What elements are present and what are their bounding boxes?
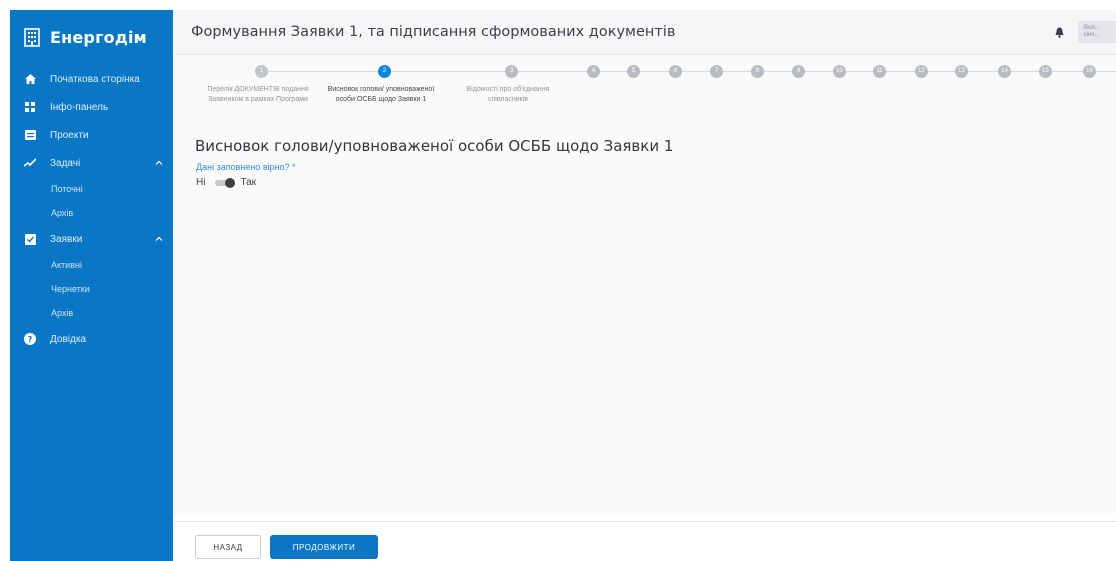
step-dot-4[interactable]: 4 [587, 65, 600, 78]
step-dot-13[interactable]: 13 [955, 65, 968, 78]
sidebar: Енергодім Початкова сторінка Інфо-панель… [10, 10, 173, 561]
sidebar-subitem-applications-archive[interactable]: Архів [10, 301, 173, 325]
sidebar-nav: Початкова сторінка Інфо-панель Проекти З… [10, 65, 173, 353]
building-icon [24, 28, 40, 47]
step-dot-9[interactable]: 9 [792, 65, 805, 78]
sidebar-item-dashboard[interactable]: Інфо-панель [10, 93, 173, 121]
toggle-off-label: Ні [196, 177, 206, 188]
toggle-row: Ні Так [196, 177, 256, 188]
user-role: кінч... [1084, 32, 1100, 38]
top-bar: Формування Заявки 1, та підписання сформ… [173, 10, 1116, 55]
sidebar-subitem-tasks-current[interactable]: Поточні [10, 177, 173, 201]
svg-text:?: ? [28, 335, 33, 344]
sidebar-item-home[interactable]: Початкова сторінка [10, 65, 173, 93]
sidebar-item-projects[interactable]: Проекти [10, 121, 173, 149]
home-icon [24, 73, 36, 85]
step-dot-16[interactable]: 16 [1083, 65, 1096, 78]
sidebar-item-label: Задачі [50, 157, 81, 169]
back-button[interactable]: НАЗАД [195, 535, 261, 559]
step-dot-11[interactable]: 11 [873, 65, 886, 78]
continue-button[interactable]: ПРОДОВЖИТИ [270, 535, 378, 559]
tasks-icon [24, 157, 36, 169]
sidebar-item-applications[interactable]: Заявки [10, 225, 173, 253]
sidebar-subitem-applications-drafts[interactable]: Чернетки [10, 277, 173, 301]
sidebar-subitem-applications-active[interactable]: Активні [10, 253, 173, 277]
step-dot-7[interactable]: 7 [710, 65, 723, 78]
brand[interactable]: Енергодім [10, 10, 173, 65]
step-dot-15[interactable]: 15 [1039, 65, 1052, 78]
sidebar-item-label: Заявки [50, 233, 83, 245]
toggle-on-label: Так [240, 177, 257, 188]
brand-title: Енергодім [50, 28, 147, 47]
sidebar-item-label: Інфо-панель [50, 101, 109, 113]
sidebar-item-help[interactable]: ? Довідка [10, 325, 173, 353]
step-dot-2[interactable]: 2 [378, 65, 391, 78]
step-dot-3[interactable]: 3 [505, 65, 518, 78]
user-menu[interactable]: Вол... кінч... [1078, 21, 1116, 43]
chevron-up-icon[interactable] [155, 159, 163, 167]
section-title: Висновок голови/уповноваженої особи ОСББ… [195, 137, 674, 155]
step-dot-1[interactable]: 1 [255, 65, 268, 78]
main-content: 1 2 3 4 5 6 7 8 9 10 11 12 13 14 15 16 Перелік ДОКУМЕНТ… [173, 55, 1116, 516]
step-dot-8[interactable]: 8 [751, 65, 764, 78]
step-label-2: Висновок голови/ уповноваженої особи ОСБ… [327, 86, 435, 103]
help-icon: ? [24, 333, 36, 345]
app-root: Енергодім Початкова сторінка Інфо-панель… [0, 0, 1116, 561]
toggle-knob [225, 178, 236, 188]
step-dot-12[interactable]: 12 [915, 65, 928, 78]
sidebar-item-tasks[interactable]: Задачі [10, 149, 173, 177]
chevron-up-icon[interactable] [155, 235, 163, 243]
bottom-bar: НАЗАД ПРОДОВЖИТИ [173, 521, 1116, 561]
applications-icon [24, 233, 36, 245]
step-dot-14[interactable]: 14 [998, 65, 1011, 78]
projects-icon [24, 129, 36, 141]
data-correct-toggle[interactable] [213, 178, 236, 188]
step-dot-6[interactable]: 6 [669, 65, 682, 78]
sidebar-item-label: Початкова сторінка [50, 73, 140, 85]
field-label: Дані заповнено вірно? * [196, 162, 296, 172]
dashboard-icon [24, 101, 36, 113]
step-dot-10[interactable]: 10 [833, 65, 846, 78]
step-label-3: Відомості про об'єднання співласників [466, 86, 550, 103]
page-title: Формування Заявки 1, та підписання сформ… [191, 24, 676, 40]
sidebar-item-label: Проекти [50, 129, 89, 141]
step-dot-5[interactable]: 5 [627, 65, 640, 78]
sidebar-subitem-tasks-archive[interactable]: Архів [10, 201, 173, 225]
user-name: Вол... [1084, 25, 1100, 31]
bell-icon[interactable] [1054, 26, 1064, 38]
step-label-1: Перелік ДОКУМЕНТІВ подання Заявником в р… [207, 86, 309, 103]
sidebar-item-label: Довідка [50, 333, 86, 345]
